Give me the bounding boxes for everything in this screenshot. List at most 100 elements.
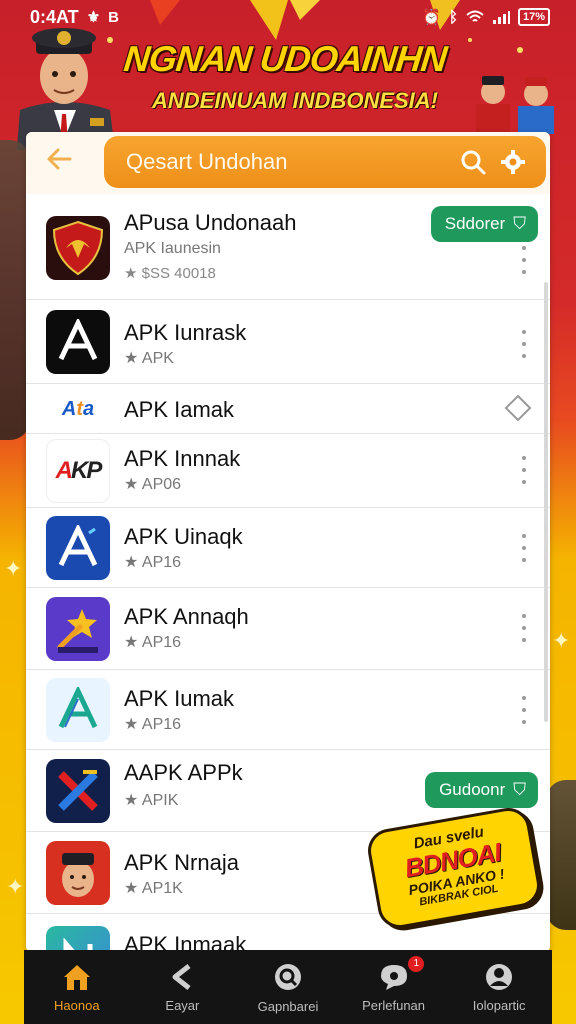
officer-avatar-icon (46, 841, 110, 905)
emblem-icon (46, 216, 110, 280)
search-icon (461, 150, 486, 175)
akp-logo-icon: AKP (46, 439, 110, 503)
app-subtitle: ★ AP16 (124, 716, 182, 733)
app-name: AAPK APPk (124, 760, 243, 785)
chat-icon (380, 964, 407, 990)
more-options-button[interactable] (518, 456, 530, 484)
search-circle-icon (274, 963, 301, 990)
gear-icon (501, 150, 525, 174)
download-button-label: Gudoonr (439, 780, 506, 799)
a-logo-icon (46, 310, 110, 374)
nav-profile-label: Iolopartic (472, 997, 526, 1013)
app-name: APK Innnak (124, 446, 241, 471)
people-illustration-icon (476, 76, 554, 134)
app-name: APK Iumak (124, 686, 235, 711)
nav-messages[interactable]: 1 Perlefunan (341, 950, 447, 1024)
download-button-label: Sddorer (444, 214, 506, 233)
bottom-navigation: Haonoa Eayar Gapnbarei 1 Perlefunan Iolo… (24, 950, 552, 1024)
back-button[interactable] (42, 144, 76, 178)
banner-title: NGNAN UDOAINHN (121, 38, 449, 79)
nav-messages-label: Perlefunan (362, 997, 426, 1013)
more-options-button[interactable] (518, 696, 530, 724)
nav-search-label: Gapnbarei (257, 998, 319, 1014)
right-decoration (546, 780, 576, 930)
nav-home[interactable]: Haonoa (24, 950, 130, 1024)
download-button[interactable]: Sddorer ⛉ (430, 206, 538, 242)
akp-logo-text: AKP (55, 457, 103, 484)
arrow-left-icon (47, 148, 72, 170)
search-bar[interactable] (104, 136, 546, 188)
shield-small-icon: ⛉ (513, 214, 526, 233)
face-icon (62, 853, 94, 897)
bluetooth-icon: ᛒ (448, 8, 458, 26)
app-name: APK Uinaqk (124, 524, 243, 549)
list-item[interactable]: AKP APK Innnak ★ AP06 (26, 434, 550, 508)
sparkle-icon: ✦ (4, 556, 23, 581)
search-header (26, 132, 550, 194)
profile-icon (486, 963, 513, 990)
x-letter-icon (58, 770, 98, 811)
list-item[interactable]: APK Iunrask ★ APK (26, 300, 550, 384)
star-sword-icon (57, 609, 98, 653)
app-subtitle: ★ APIK (124, 792, 179, 809)
app-subtitle: ★ AP1K (124, 880, 183, 897)
app-meta: ★ $SS 40018 (124, 265, 216, 282)
star-badge-icon (46, 597, 110, 661)
status-bar: 0:4AT ⚜ B ⏰ ᛒ 17% (0, 0, 576, 34)
a-letter-icon (58, 525, 98, 567)
more-options-button[interactable] (518, 246, 530, 274)
app-subtitle: ★ AP16 (124, 554, 182, 571)
emblem-status-icon: ⚜ (86, 9, 101, 26)
nav-home-label: Haonoa (54, 997, 100, 1013)
wifi-icon (466, 10, 484, 22)
apk-logo-text: Ata (61, 397, 95, 420)
nav-back[interactable]: Eayar (130, 950, 236, 1024)
battery-indicator: 17% (517, 8, 550, 26)
list-item[interactable]: APK Uinaqk ★ AP16 (26, 508, 550, 588)
app-subtitle: ★ AP06 (124, 476, 182, 493)
more-options-button[interactable] (518, 534, 530, 562)
scrollbar[interactable] (544, 282, 548, 722)
green-logo-icon (46, 926, 110, 952)
teal-a-logo-icon (46, 678, 110, 742)
list-item[interactable]: APK Iumak ★ AP16 (26, 670, 550, 750)
a-letter-icon (58, 687, 98, 729)
app-name: APusa Undonaah (124, 210, 297, 235)
signal-icon (492, 11, 510, 24)
download-button[interactable]: Gudoonr ⛉ (425, 772, 538, 808)
home-icon (63, 964, 90, 990)
nav-search[interactable]: Gapnbarei (235, 950, 341, 1024)
shield-small-icon: ⛉ (513, 780, 526, 799)
search-button[interactable] (456, 145, 490, 179)
more-options-button[interactable] (518, 614, 530, 642)
app-name: APK Annaqh (124, 604, 249, 629)
nav-back-label: Eayar (165, 997, 200, 1013)
nav-profile[interactable]: Iolopartic (446, 950, 552, 1024)
apk-text-logo-icon: Ata (46, 377, 110, 441)
search-input[interactable] (126, 149, 456, 175)
app-name: APK Nrnaja (124, 850, 239, 875)
app-subtitle: ★ AP16 (124, 634, 182, 651)
emblem-shield-icon (52, 220, 104, 276)
notification-badge: 1 (408, 956, 425, 972)
status-time: 0:4AT (30, 6, 79, 27)
app-subtitle: APK Iaunesin (124, 240, 221, 257)
banner-subtitle: ANDEINUAM INDBONESIA! (152, 88, 438, 113)
app-name: APK Iunrask (124, 320, 247, 345)
back-arrow-icon (172, 963, 191, 990)
sparkle-icon: ✦ (552, 628, 571, 653)
app-name: APK Iamak (124, 397, 235, 422)
settings-button[interactable] (496, 145, 530, 179)
list-item[interactable]: Ata APK Iamak (26, 384, 550, 434)
app-status-icon: B (108, 8, 119, 26)
alarm-icon: ⏰ (422, 9, 441, 26)
app-subtitle: ★ APK (124, 350, 174, 367)
more-options-button[interactable] (518, 330, 530, 358)
blue-a-logo-icon (46, 516, 110, 580)
sparkle-icon: ✦ (6, 874, 25, 899)
app-name: APK Inmaak (124, 932, 247, 952)
list-item[interactable]: APK Annaqh ★ AP16 (26, 588, 550, 670)
diamond-icon[interactable] (504, 394, 532, 422)
list-item[interactable]: APusa Undonaah APK Iaunesin ★ $SS 40018 … (26, 198, 550, 300)
list-item[interactable]: APK Inmaak (26, 914, 550, 952)
